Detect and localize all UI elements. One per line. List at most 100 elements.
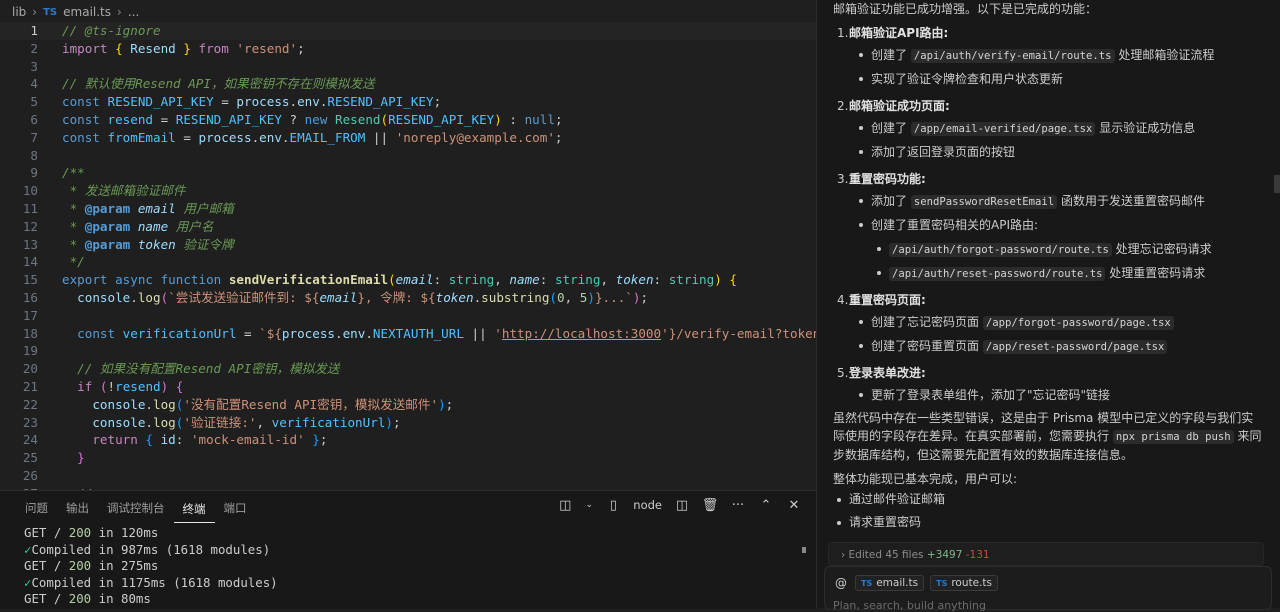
code-token: RESEND_API_KEY bbox=[107, 94, 214, 110]
code-text[interactable]: */ bbox=[62, 253, 85, 271]
line-number: 13 bbox=[22, 236, 38, 252]
code-line[interactable]: 12 * @param name 用户名 bbox=[0, 218, 816, 236]
panel-tab[interactable]: 问题 bbox=[16, 492, 57, 524]
code-text[interactable]: return { id: 'mock-email-id' }; bbox=[62, 431, 327, 449]
code-line[interactable]: 19 bbox=[0, 342, 816, 360]
code-line[interactable]: 2 import { Resend } from 'resend'; bbox=[0, 40, 816, 58]
at-mention-icon[interactable]: @ bbox=[835, 576, 849, 590]
code-text[interactable]: * @param email 用户邮箱 bbox=[62, 200, 234, 218]
code-text[interactable]: const fromEmail = process.env.EMAIL_FROM… bbox=[62, 129, 563, 147]
code-text[interactable]: /** bbox=[62, 164, 85, 182]
message-text: 函数用于发送重置密码邮件 bbox=[1057, 194, 1205, 208]
code-line[interactable]: 20 // 如果没有配置Resend API密钥，模拟发送 bbox=[0, 360, 816, 378]
panel-tab[interactable]: 终端 bbox=[173, 493, 215, 523]
code-text[interactable]: const resend = RESEND_API_KEY ? new Rese… bbox=[62, 111, 563, 129]
context-chip-route[interactable]: TS route.ts bbox=[930, 575, 998, 591]
chat-input-placeholder[interactable]: Plan, search, build anything bbox=[833, 599, 986, 612]
chat-scrollbar[interactable] bbox=[1274, 175, 1280, 193]
code-text[interactable]: // @ts-ignore bbox=[62, 22, 161, 40]
breadcrumb-file[interactable]: email.ts bbox=[63, 5, 111, 19]
code-text[interactable]: } bbox=[62, 449, 85, 467]
code-text[interactable]: import { Resend } from 'resend'; bbox=[62, 40, 312, 58]
panel-tab[interactable]: 输出 bbox=[57, 492, 98, 524]
code-editor[interactable]: lib › TS email.ts › ... 1 // @ts-ignore 2 i… bbox=[0, 0, 816, 490]
code-text[interactable]: const RESEND_API_KEY = process.env.RESEN… bbox=[62, 93, 441, 111]
message-text: 添加了返回登录页面的按钮 bbox=[871, 145, 1016, 159]
code-line[interactable]: 6 const resend = RESEND_API_KEY ? new Res… bbox=[0, 111, 816, 129]
code-token: console bbox=[92, 396, 146, 412]
code-line[interactable]: 3 bbox=[0, 58, 816, 76]
code-line[interactable]: 26 bbox=[0, 467, 816, 485]
code-token: log bbox=[153, 396, 176, 412]
code-text[interactable]: * 发送邮箱验证邮件 bbox=[62, 182, 186, 200]
code-line[interactable]: 16 console.log (`尝试发送验证邮件到: ${email}, 令牌:… bbox=[0, 289, 816, 307]
panel-tab[interactable]: 端口 bbox=[215, 492, 256, 524]
code-lines[interactable]: 1// @ts-ignore 2 import { Resend } from 'r… bbox=[0, 22, 816, 490]
line-number: 20 bbox=[22, 361, 38, 377]
code-line[interactable]: 23 console.log('验证链接:', verificationUrl)… bbox=[0, 414, 816, 432]
code-line[interactable]: 4 // 默认使用Resend API，如果密钥不存在则模拟发送 bbox=[0, 75, 816, 93]
code-line[interactable]: 10 * 发送邮箱验证邮件 bbox=[0, 182, 816, 200]
terminal-text: GET / bbox=[24, 525, 69, 540]
line-number: 15 bbox=[22, 272, 38, 288]
line-number: 23 bbox=[22, 414, 38, 430]
code-line[interactable]: 17 bbox=[0, 307, 816, 325]
code-line[interactable]: 25 } bbox=[0, 449, 816, 467]
code-line[interactable]: 9 /** bbox=[0, 164, 816, 182]
close-icon[interactable]: ✕ bbox=[786, 497, 802, 513]
list-item: 创建了 /api/auth/verify-email/route.ts 处理邮箱… bbox=[833, 43, 1263, 67]
message-text: 处理忘记密码请求 bbox=[1111, 242, 1212, 256]
more-icon[interactable]: ··· bbox=[730, 497, 746, 513]
message-text: 实现了验证令牌检查和用户状态更新 bbox=[871, 72, 1064, 86]
breadcrumb-more[interactable]: ... bbox=[128, 5, 139, 19]
code-text[interactable]: const verificationUrl = `${process.env.N… bbox=[62, 325, 816, 343]
chat-input-box[interactable]: @ TS email.ts TS route.ts Plan, search, bu… bbox=[824, 566, 1272, 612]
code-line[interactable]: 11 * @param email 用户邮箱 bbox=[0, 200, 816, 218]
chevron-up-icon[interactable]: ⌃ bbox=[758, 497, 774, 513]
code-line[interactable]: 21 if (!resend) { bbox=[0, 378, 816, 396]
code-line[interactable]: 8 bbox=[0, 147, 816, 165]
code-text[interactable]: console.log (`尝试发送验证邮件到: ${email}, 令牌: ${… bbox=[62, 289, 648, 307]
code-text[interactable]: console.log('验证链接:', verificationUrl); bbox=[62, 414, 400, 432]
code-token: = bbox=[175, 129, 199, 145]
code-text[interactable]: export async function sendVerificationEm… bbox=[62, 271, 737, 289]
code-text[interactable]: // 默认使用Resend API，如果密钥不存在则模拟发送 bbox=[62, 75, 375, 93]
code-line[interactable]: 1 // @ts-ignore bbox=[0, 22, 816, 40]
terminal-output[interactable]: GET / 200 in 120ms ✓Compiled in 987ms (16… bbox=[24, 525, 278, 608]
code-token: { bbox=[175, 378, 184, 394]
code-text[interactable]: if (!resend) { bbox=[62, 378, 183, 396]
code-line[interactable]: 18 const verificationUrl = `${process.en… bbox=[0, 325, 816, 343]
code-token: ) bbox=[385, 414, 393, 430]
code-token: = bbox=[153, 111, 176, 127]
context-chip-email[interactable]: TS email.ts bbox=[855, 575, 925, 591]
terminal-text: in 275ms bbox=[91, 558, 159, 573]
code-line[interactable]: 15 export async function sendVerification… bbox=[0, 271, 816, 289]
code-text[interactable]: // 如果没有配置Resend API密钥，模拟发送 bbox=[62, 360, 339, 378]
split-editor-icon[interactable]: ◫ bbox=[674, 497, 690, 513]
code-text[interactable]: * @param token 验证令牌 bbox=[62, 236, 234, 254]
code-token: ; bbox=[445, 396, 454, 412]
list-item: 实现了验证令牌检查和用户状态更新 bbox=[833, 67, 1263, 91]
code-line[interactable]: 7 const fromEmail = process.env.EMAIL_FRO… bbox=[0, 129, 816, 147]
code-line[interactable]: 5 const RESEND_API_KEY = process.env.RESE… bbox=[0, 93, 816, 111]
terminal-scrollbar[interactable] bbox=[802, 547, 806, 553]
code-line[interactable]: 22 console.log('没有配置Resend API密钥，模拟发送邮件'… bbox=[0, 396, 816, 414]
code-text[interactable]: * @param name 用户名 bbox=[62, 218, 214, 236]
inline-code: /app/forgot-password/page.tsx bbox=[982, 316, 1174, 330]
split-terminal-icon[interactable]: ◫ bbox=[557, 497, 573, 513]
terminal-name[interactable]: node bbox=[633, 498, 662, 512]
list-item: /api/auth/reset-password/route.ts 处理重置密码… bbox=[833, 261, 1263, 285]
code-line[interactable]: 24 return { id: 'mock-email-id' }; bbox=[0, 431, 816, 449]
panel-tab[interactable]: 调试控制台 bbox=[98, 492, 174, 524]
edited-files-bar[interactable]: › Edited 45 files +3497 -131 bbox=[828, 542, 1264, 566]
chevron-down-icon[interactable]: ⌄ bbox=[585, 497, 594, 513]
code-token: 'resend' bbox=[236, 40, 298, 56]
code-token: ) bbox=[494, 111, 502, 127]
breadcrumb-folder[interactable]: lib bbox=[12, 5, 26, 19]
code-text[interactable]: console.log('没有配置Resend API密钥，模拟发送邮件'); bbox=[62, 396, 453, 414]
trash-icon[interactable]: 🗑 bbox=[702, 497, 719, 513]
code-line[interactable]: 13 * @param token 验证令牌 bbox=[0, 236, 816, 254]
code-token: process bbox=[236, 94, 290, 110]
code-line[interactable]: 14 */ bbox=[0, 253, 816, 271]
